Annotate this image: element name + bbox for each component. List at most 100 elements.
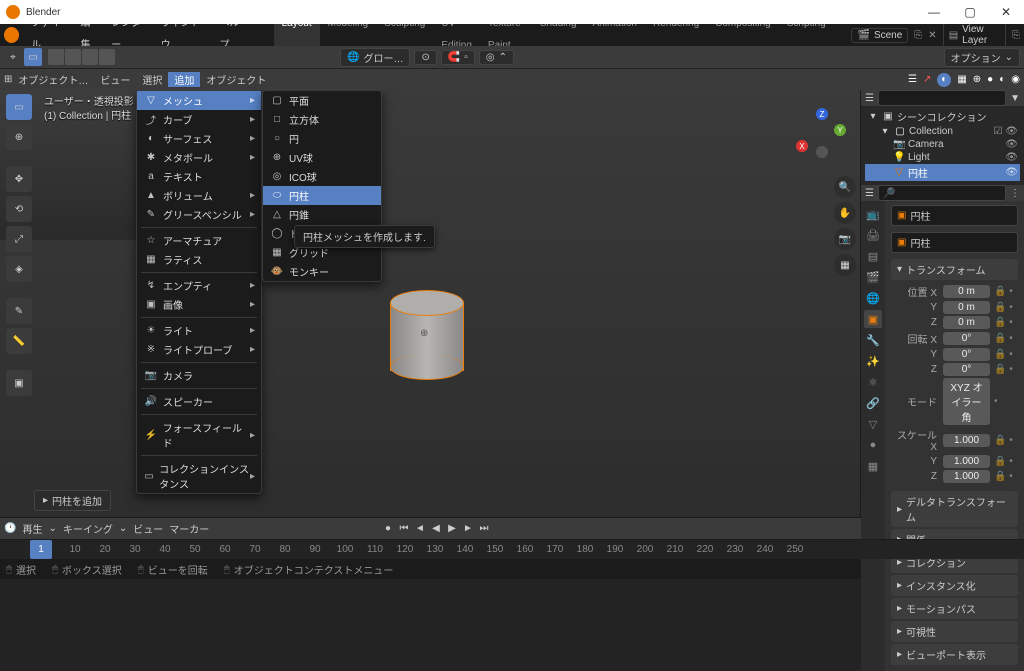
loc-y[interactable]: 0 m bbox=[943, 301, 990, 314]
rot-mode[interactable]: XYZ オイラー角 bbox=[943, 378, 990, 425]
add-menu[interactable]: 追加 bbox=[168, 72, 200, 87]
texture-tab-icon[interactable]: ▦ bbox=[864, 457, 882, 475]
play-reverse-icon[interactable]: ◀ bbox=[428, 521, 444, 537]
viewlayer-tab-icon[interactable]: ▤ bbox=[864, 247, 882, 265]
add-menu-item[interactable]: ▲ボリューム▸ bbox=[137, 186, 261, 205]
delete-scene-icon[interactable]: ✕ bbox=[928, 30, 936, 41]
timeline-view-menu[interactable]: ビュー bbox=[133, 521, 163, 536]
perspective-icon[interactable]: ▦ bbox=[834, 254, 856, 276]
camera-view-icon[interactable]: 📷 bbox=[834, 228, 856, 250]
cursor-tool-icon[interactable]: ⌖ bbox=[4, 48, 22, 66]
add-menu-item[interactable]: ▦ラティス bbox=[137, 250, 261, 269]
add-menu-item[interactable]: 🔊スピーカー bbox=[137, 392, 261, 411]
cursor-tool[interactable]: ⊕ bbox=[6, 124, 32, 150]
add-menu-item[interactable]: ✎グリースペンシル▸ bbox=[137, 205, 261, 224]
delta-transform-panel[interactable]: ▸デルタトランスフォーム bbox=[891, 491, 1018, 527]
pan-icon[interactable]: ✋ bbox=[834, 202, 856, 224]
pivot-selector[interactable]: ⊙ bbox=[414, 50, 436, 65]
modifier-tab-icon[interactable]: 🔧 bbox=[864, 331, 882, 349]
new-scene-icon[interactable]: ⎘ bbox=[914, 30, 922, 41]
constraint-tab-icon[interactable]: 🔗 bbox=[864, 394, 882, 412]
add-menu-item[interactable]: ※ライトプローブ▸ bbox=[137, 340, 261, 359]
add-menu-item[interactable]: ↯エンプティ▸ bbox=[137, 276, 261, 295]
output-tab-icon[interactable]: 🖨 bbox=[864, 226, 882, 244]
editor-type-icon[interactable]: ⊞ bbox=[4, 74, 12, 85]
add-menu-item[interactable]: ☀ライト▸ bbox=[137, 321, 261, 340]
transform-tool[interactable]: ◈ bbox=[6, 256, 32, 282]
mesh-submenu-item[interactable]: □立方体 bbox=[263, 110, 381, 129]
axis-y[interactable]: Y bbox=[834, 124, 846, 136]
scale-y[interactable]: 1.000 bbox=[943, 455, 990, 468]
viewlayer-selector[interactable]: ▤View Layer bbox=[943, 22, 1006, 48]
xray-icon[interactable]: ▦ bbox=[957, 74, 966, 85]
mesh-submenu-item[interactable]: 🐵モンキー bbox=[263, 262, 381, 281]
jump-end-icon[interactable]: ⏭ bbox=[476, 521, 492, 537]
add-menu-item[interactable]: ▽メッシュ▸ bbox=[137, 91, 261, 110]
render-tab-icon[interactable]: 📺 bbox=[864, 205, 882, 223]
add-menu-item[interactable]: ◐サーフェス▸ bbox=[137, 129, 261, 148]
shading-wire-icon[interactable]: ⊕ bbox=[973, 74, 981, 85]
outliner-search[interactable] bbox=[878, 90, 1006, 106]
cylinder-object[interactable]: ⊕ bbox=[390, 290, 464, 380]
shading-matprev-icon[interactable]: ◐ bbox=[999, 74, 1005, 85]
minimize-button[interactable]: — bbox=[916, 0, 952, 24]
shading-solid-icon[interactable]: ● bbox=[987, 74, 993, 85]
timeline-keying-menu[interactable]: キーイング bbox=[63, 521, 113, 536]
play-icon[interactable]: ▶ bbox=[444, 521, 460, 537]
annotate-tool[interactable]: ✎ bbox=[6, 298, 32, 324]
add-menu-item[interactable]: ✱メタボール▸ bbox=[137, 148, 261, 167]
snap-selector[interactable]: 🧲▫ bbox=[441, 50, 475, 65]
measure-tool[interactable]: 📏 bbox=[6, 328, 32, 354]
close-button[interactable]: ✕ bbox=[988, 0, 1024, 24]
mesh-submenu-item[interactable]: ▢平面 bbox=[263, 91, 381, 110]
rot-z[interactable]: 0° bbox=[943, 363, 990, 376]
add-menu-item[interactable]: ☆アーマチュア bbox=[137, 231, 261, 250]
select-tool-icon[interactable]: ▭ bbox=[24, 48, 42, 66]
add-menu-item[interactable]: ▣画像▸ bbox=[137, 295, 261, 314]
add-menu-item[interactable]: ⤴カーブ▸ bbox=[137, 110, 261, 129]
select-menu[interactable]: 選択 bbox=[136, 72, 168, 87]
props-type-icon[interactable]: ☰ bbox=[865, 188, 874, 199]
scale-z[interactable]: 1.000 bbox=[943, 470, 990, 483]
options-button[interactable]: オプション⌄ bbox=[944, 48, 1020, 67]
axis-z[interactable]: Z bbox=[816, 108, 828, 120]
redo-panel[interactable]: ▸円柱を追加 bbox=[34, 490, 111, 511]
timeline-marker-menu[interactable]: マーカー bbox=[169, 521, 209, 536]
loc-z[interactable]: 0 m bbox=[943, 316, 990, 329]
maximize-button[interactable]: ▢ bbox=[952, 0, 988, 24]
mode-selector[interactable]: オブジェクト… bbox=[12, 72, 94, 87]
loc-x[interactable]: 0 m bbox=[943, 285, 990, 298]
filter-icon[interactable]: ▼ bbox=[1010, 93, 1020, 104]
props-options-icon[interactable]: ⋮ bbox=[1010, 188, 1020, 199]
visibility-panel[interactable]: ▸可視性 bbox=[891, 621, 1018, 642]
viewport-display-panel[interactable]: ▸ビューポート表示 bbox=[891, 644, 1018, 665]
light-row[interactable]: 💡Light👁 bbox=[865, 151, 1020, 164]
keyframe-prev-icon[interactable]: ◄ bbox=[412, 521, 428, 537]
add-menu-item[interactable]: 📷カメラ bbox=[137, 366, 261, 385]
mesh-submenu-item[interactable]: ○円 bbox=[263, 129, 381, 148]
outliner-type-icon[interactable]: ☰ bbox=[865, 93, 874, 104]
props-search[interactable]: 🔎 bbox=[878, 185, 1006, 201]
shading-rendered-icon[interactable]: ◉ bbox=[1011, 74, 1020, 85]
scene-collection-row[interactable]: ▾▣シーンコレクション bbox=[865, 108, 1020, 125]
add-menu-item[interactable]: ▭コレクションインスタンス▸ bbox=[137, 459, 261, 493]
cylinder-row[interactable]: ▽円柱👁 bbox=[865, 164, 1020, 181]
proportional-edit[interactable]: ◎⌃ bbox=[479, 50, 514, 65]
breadcrumb[interactable]: ▣円柱 bbox=[891, 205, 1018, 226]
mesh-submenu-item[interactable]: △円錐 bbox=[263, 205, 381, 224]
autokeying-icon[interactable]: ● bbox=[380, 521, 396, 537]
move-tool[interactable]: ✥ bbox=[6, 166, 32, 192]
material-tab-icon[interactable]: ● bbox=[864, 436, 882, 454]
mesh-submenu-item[interactable]: ⊕UV球 bbox=[263, 148, 381, 167]
scale-x[interactable]: 1.000 bbox=[943, 434, 990, 447]
add-menu-item[interactable]: aテキスト bbox=[137, 167, 261, 186]
mesh-submenu-item[interactable]: ⬭円柱 bbox=[263, 186, 381, 205]
new-layer-icon[interactable]: ⎘ bbox=[1012, 30, 1020, 41]
camera-row[interactable]: 📷Camera👁 bbox=[865, 138, 1020, 151]
zoom-icon[interactable]: 🔍 bbox=[834, 176, 856, 198]
scene-tab-icon[interactable]: 🎬 bbox=[864, 268, 882, 286]
instancing-panel[interactable]: ▸インスタンス化 bbox=[891, 575, 1018, 596]
rotate-tool[interactable]: ⟲ bbox=[6, 196, 32, 222]
timeline-type-icon[interactable]: 🕐 bbox=[4, 523, 16, 534]
keyframe-next-icon[interactable]: ► bbox=[460, 521, 476, 537]
